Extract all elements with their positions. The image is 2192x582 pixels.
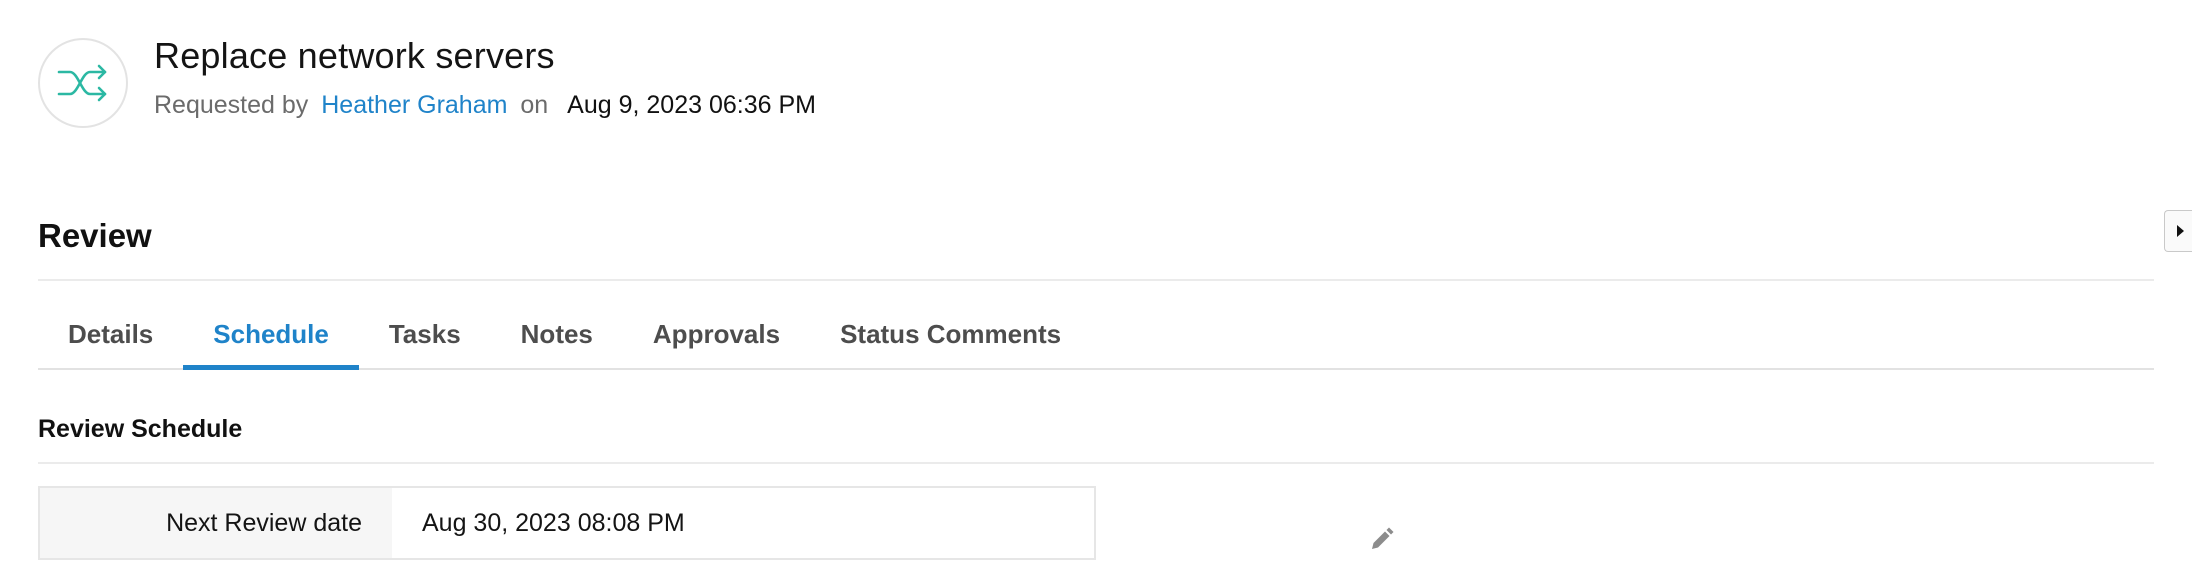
tab-details[interactable]: Details [38, 310, 183, 368]
caret-right-icon [2176, 225, 2184, 237]
review-heading: Review [38, 217, 152, 254]
shuffle-icon [38, 38, 128, 128]
next-review-date-value: Aug 30, 2023 08:08 PM [392, 488, 1394, 558]
requester-link[interactable]: Heather Graham [321, 91, 507, 119]
side-panel-toggle[interactable] [2164, 210, 2192, 252]
review-tabs: Details Schedule Tasks Notes Approvals S… [38, 310, 2154, 370]
requested-by-label: Requested by [154, 91, 309, 119]
tab-status-comments[interactable]: Status Comments [810, 310, 1091, 368]
on-label: on [520, 91, 549, 119]
divider [38, 462, 2154, 464]
page-title: Replace network servers [154, 35, 555, 76]
request-meta: Requested by Heather Graham on Aug 9, 20… [154, 90, 816, 120]
tab-tasks[interactable]: Tasks [359, 310, 491, 368]
tab-notes[interactable]: Notes [491, 310, 623, 368]
request-header: Replace network servers Requested by Hea… [38, 35, 816, 128]
next-review-date-row: Next Review date Aug 30, 2023 08:08 PM [38, 486, 1394, 560]
tab-schedule[interactable]: Schedule [183, 310, 359, 370]
requested-date: Aug 9, 2023 06:36 PM [567, 91, 816, 119]
review-schedule-heading: Review Schedule [38, 415, 243, 443]
tab-approvals[interactable]: Approvals [623, 310, 810, 368]
next-review-date-text: Aug 30, 2023 08:08 PM [422, 509, 685, 537]
next-review-date-label: Next Review date [40, 488, 392, 558]
divider [38, 279, 2154, 281]
pencil-icon[interactable] [1368, 510, 1396, 549]
